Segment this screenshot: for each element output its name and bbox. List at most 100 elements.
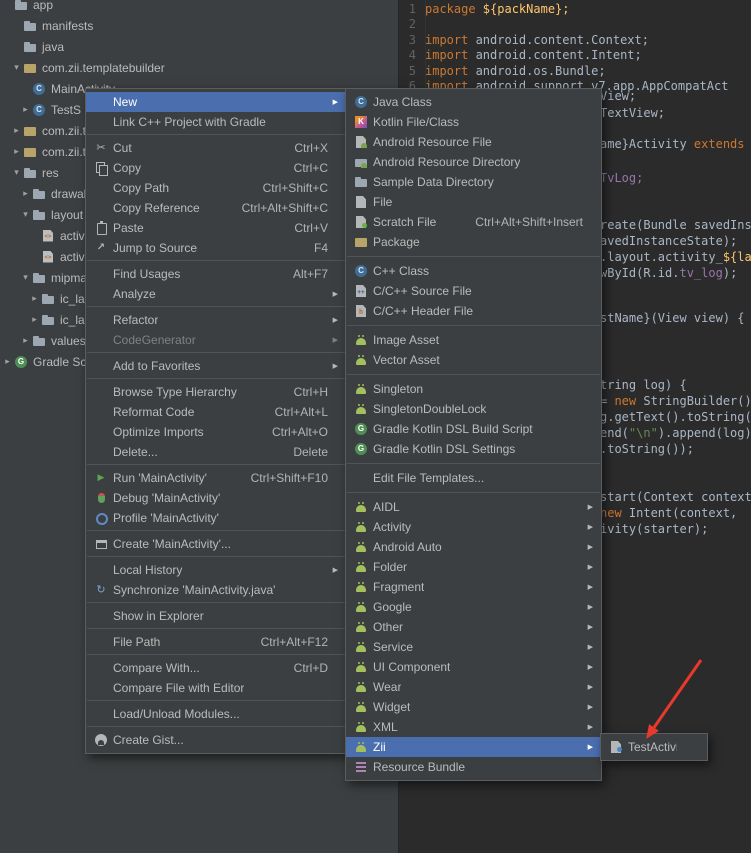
menu-item-create-mainactivity[interactable]: Create 'MainActivity'... [86, 534, 346, 554]
cpp-header-icon [353, 303, 369, 319]
class-icon [31, 81, 47, 97]
new-item-wear[interactable]: Wear ▶ [346, 677, 601, 697]
new-item-edit-file-templates[interactable]: Edit File Templates... [346, 468, 601, 488]
folder-icon [13, 0, 29, 13]
new-item-zii[interactable]: Zii ▶ [346, 737, 601, 757]
menu-separator [347, 256, 600, 257]
menu-item-file-path[interactable]: File Path Ctrl+Alt+F12 [86, 632, 346, 652]
new-item-service[interactable]: Service ▶ [346, 637, 601, 657]
menu-item-load-unload-modules[interactable]: Load/Unload Modules... [86, 704, 346, 724]
new-item-gradle-kotlin-dsl-build-script[interactable]: Gradle Kotlin DSL Build Script [346, 419, 601, 439]
expand-arrow-icon[interactable]: ▾ [20, 273, 31, 283]
new-item-google[interactable]: Google ▶ [346, 597, 601, 617]
menu-item-label: CodeGenerator [113, 333, 196, 347]
submenu-arrow-icon: ▶ [587, 563, 593, 571]
new-item-singleton[interactable]: Singleton [346, 379, 601, 399]
menu-item-jump-to-source[interactable]: Jump to Source F4 [86, 238, 346, 258]
menu-item-add-to-favorites[interactable]: Add to Favorites ▶ [86, 356, 346, 376]
menu-item-create-gist[interactable]: Create Gist... [86, 730, 346, 750]
new-item-file[interactable]: File [346, 192, 601, 212]
new-item-sample-data-directory[interactable]: Sample Data Directory [346, 172, 601, 192]
tree-item-label: activ [60, 249, 85, 264]
package-icon [22, 60, 38, 76]
tree-item-java[interactable]: java [0, 36, 398, 57]
menu-item-paste[interactable]: Paste Ctrl+V [86, 218, 346, 238]
expand-arrow-icon[interactable]: ▾ [11, 168, 22, 178]
new-item-android-auto[interactable]: Android Auto ▶ [346, 537, 601, 557]
jump-icon [93, 240, 109, 256]
new-item-xml[interactable]: XML ▶ [346, 717, 601, 737]
tree-item-label: com.zii.templatebuilder [42, 60, 165, 75]
new-item-aidl[interactable]: AIDL ▶ [346, 497, 601, 517]
expand-arrow-icon[interactable]: ▸ [29, 315, 40, 325]
android-file-icon [353, 134, 369, 150]
tree-item-manifests[interactable]: manifests [0, 15, 398, 36]
new-item-vector-asset[interactable]: Vector Asset [346, 350, 601, 370]
menu-item-cut[interactable]: Cut Ctrl+X [86, 138, 346, 158]
menu-item-local-history[interactable]: Local History ▶ [86, 560, 346, 580]
new-item-kotlin-file-class[interactable]: Kotlin File/Class [346, 112, 601, 132]
new-item-ui-component[interactable]: UI Component ▶ [346, 657, 601, 677]
expand-arrow-icon[interactable]: ▸ [20, 336, 31, 346]
menu-item-reformat-code[interactable]: Reformat Code Ctrl+Alt+L [86, 402, 346, 422]
new-item-c-class[interactable]: C++ Class [346, 261, 601, 281]
menu-item-compare-with[interactable]: Compare With... Ctrl+D [86, 658, 346, 678]
menu-item-browse-type-hierarchy[interactable]: Browse Type Hierarchy Ctrl+H [86, 382, 346, 402]
submenu-arrow-icon: ▶ [587, 603, 593, 611]
menu-item-refactor[interactable]: Refactor ▶ [86, 310, 346, 330]
new-item-c-c-header-file[interactable]: C/C++ Header File [346, 301, 601, 321]
new-item-widget[interactable]: Widget ▶ [346, 697, 601, 717]
expand-arrow-icon[interactable]: ▸ [2, 357, 13, 367]
expand-arrow-icon[interactable]: ▾ [20, 210, 31, 220]
menu-item-label: Fragment [373, 580, 425, 594]
menu-item-synchronize-mainactivity-java[interactable]: Synchronize 'MainActivity.java' [86, 580, 346, 600]
new-item-c-c-source-file[interactable]: C/C++ Source File [346, 281, 601, 301]
new-item-activity[interactable]: Activity ▶ [346, 517, 601, 537]
menu-item-icon [93, 562, 109, 578]
scratch-file-icon [353, 214, 369, 230]
tree-item-com-zii-templatebuilder[interactable]: ▾ com.zii.templatebuilder [0, 57, 398, 78]
menu-item-label: Other [373, 620, 404, 634]
new-item-image-asset[interactable]: Image Asset [346, 330, 601, 350]
submenu-arrow-icon: ▶ [332, 316, 338, 324]
tree-item-app[interactable]: app [0, 0, 398, 15]
expand-arrow-icon[interactable]: ▸ [20, 189, 31, 199]
new-item-other[interactable]: Other ▶ [346, 617, 601, 637]
menu-item-new[interactable]: New ▶ [86, 92, 346, 112]
new-item-android-resource-file[interactable]: Android Resource File [346, 132, 601, 152]
new-item-resource-bundle[interactable]: Resource Bundle [346, 757, 601, 777]
zii-item-testactivity[interactable]: TestActivity [601, 737, 707, 757]
expand-arrow-icon[interactable]: ▸ [11, 147, 22, 157]
menu-separator [87, 726, 345, 727]
new-item-gradle-kotlin-dsl-settings[interactable]: Gradle Kotlin DSL Settings [346, 439, 601, 459]
menu-item-find-usages[interactable]: Find Usages Alt+F7 [86, 264, 346, 284]
new-item-singletondoublelock[interactable]: SingletonDoubleLock [346, 399, 601, 419]
menu-item-copy-reference[interactable]: Copy Reference Ctrl+Alt+Shift+C [86, 198, 346, 218]
menu-item-label: Resource Bundle [373, 760, 466, 774]
new-item-android-resource-directory[interactable]: Android Resource Directory [346, 152, 601, 172]
menu-item-copy-path[interactable]: Copy Path Ctrl+Shift+C [86, 178, 346, 198]
menu-item-label: Edit File Templates... [373, 471, 485, 485]
menu-item-debug-mainactivity[interactable]: Debug 'MainActivity' [86, 488, 346, 508]
new-item-scratch-file[interactable]: Scratch File Ctrl+Alt+Shift+Insert [346, 212, 601, 232]
expand-arrow-icon[interactable]: ▸ [29, 294, 40, 304]
menu-item-profile-mainactivity[interactable]: Profile 'MainActivity' [86, 508, 346, 528]
new-item-package[interactable]: Package [346, 232, 601, 252]
expand-arrow-icon[interactable]: ▸ [11, 126, 22, 136]
new-item-fragment[interactable]: Fragment ▶ [346, 577, 601, 597]
menu-separator [87, 556, 345, 557]
menu-item-copy[interactable]: Copy Ctrl+C [86, 158, 346, 178]
expand-arrow-icon[interactable]: ▾ [11, 63, 22, 73]
menu-item-run-mainactivity[interactable]: Run 'MainActivity' Ctrl+Shift+F10 [86, 468, 346, 488]
expand-arrow-icon[interactable]: ▸ [20, 105, 31, 115]
menu-item-compare-file-with-editor[interactable]: Compare File with Editor [86, 678, 346, 698]
new-item-java-class[interactable]: Java Class [346, 92, 601, 112]
menu-item-analyze[interactable]: Analyze ▶ [86, 284, 346, 304]
new-item-folder[interactable]: Folder ▶ [346, 557, 601, 577]
menu-item-delete[interactable]: Delete... Delete [86, 442, 346, 462]
menu-item-show-in-explorer[interactable]: Show in Explorer [86, 606, 346, 626]
menu-item-link-c-project-with-gradle[interactable]: Link C++ Project with Gradle [86, 112, 346, 132]
menu-separator [87, 352, 345, 353]
menu-item-optimize-imports[interactable]: Optimize Imports Ctrl+Alt+O [86, 422, 346, 442]
android-icon [353, 381, 369, 397]
